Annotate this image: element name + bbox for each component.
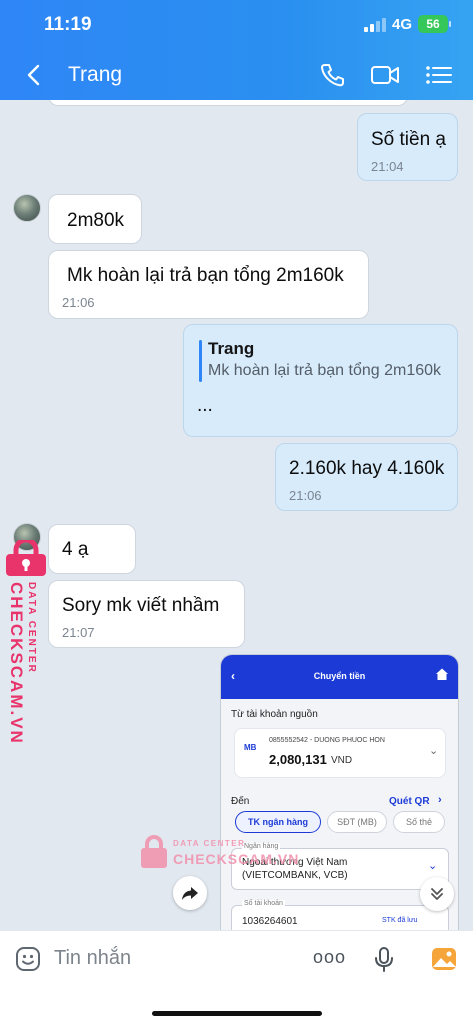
message-bubble-partial[interactable] [48, 100, 408, 106]
source-account-label: Từ tài khoản nguồn [231, 709, 318, 720]
watermark-side-label: DATA CENTER [26, 582, 37, 674]
chevron-right-icon: › [438, 794, 442, 806]
message-input[interactable]: Tin nhắn [54, 947, 131, 970]
account-field-label: Số tài khoản [242, 900, 285, 907]
quote-text: Mk hoàn lại trả bạn tổng 2m160k [208, 362, 442, 379]
balance-currency: VND [331, 755, 353, 766]
status-time: 11:19 [44, 14, 92, 35]
to-label: Đến [231, 796, 250, 807]
watermark-mid-brand: CHECKSCAM.VN [173, 851, 300, 867]
message-time: 21:07 [62, 625, 95, 640]
list-menu-icon [426, 66, 452, 84]
watermark-side-brand: CHECKSCAM.VN [7, 582, 26, 745]
lock-icon [141, 835, 167, 868]
chevron-left-icon [27, 64, 40, 86]
phone-icon [320, 64, 344, 87]
chat-title[interactable]: Trang [68, 63, 122, 87]
back-button[interactable] [22, 62, 46, 88]
scan-qr-link: Quét QR [389, 796, 430, 807]
account-line: 0855552542 - DUONG PHUOC HON [269, 737, 385, 744]
video-camera-icon [371, 66, 399, 84]
forward-button[interactable] [173, 876, 207, 910]
call-button[interactable] [318, 62, 348, 88]
tab-card-number: Số thẻ [393, 811, 445, 833]
message-time: 21:06 [62, 295, 95, 310]
tab-bank-account: TK ngân hàng [235, 811, 321, 833]
message-text: 4 ạ [62, 539, 89, 560]
home-icon [436, 668, 448, 680]
message-text: 2m80k [67, 210, 125, 231]
message-bubble-received[interactable]: 2m80k [48, 194, 142, 244]
balance-amount: 2,080,131 [269, 752, 327, 767]
forward-arrow-icon [182, 887, 198, 900]
lock-icon [6, 540, 46, 576]
contact-avatar[interactable] [13, 194, 41, 222]
message-text: 2.160k hay 4.160k [289, 458, 445, 479]
emoji-icon[interactable] [14, 945, 42, 973]
chevron-down-icon: ⌄ [428, 860, 438, 872]
reply-bubble-sent[interactable]: Trang Mk hoàn lại trả bạn tổng 2m160k ..… [183, 324, 458, 437]
account-number-value: 1036264601 [242, 916, 298, 927]
home-indicator [152, 1011, 322, 1016]
account-number-field: Số tài khoản 1036264601 STK đã lưu [231, 900, 449, 930]
double-chevron-down-icon [431, 888, 443, 900]
microphone-icon[interactable] [370, 945, 398, 973]
signal-icon [364, 18, 386, 32]
message-list[interactable]: Số tiền ạ 21:04 2m80k Mk hoàn lại trả bạ… [0, 100, 473, 930]
quote-sender: Trang [208, 339, 255, 358]
message-bubble-received[interactable]: 4 ạ [48, 524, 136, 574]
message-bubble-received[interactable]: Sory mk viết nhầm 21:07 [48, 580, 245, 648]
more-options-icon[interactable]: ooo [313, 947, 346, 968]
video-call-button[interactable] [370, 62, 400, 88]
checkscam-watermark-center: DATA CENTER CHECKSCAM.VN [140, 833, 298, 873]
message-bubble-sent[interactable]: 2.160k hay 4.160k 21:06 [275, 443, 458, 511]
tab-phone-mb: SĐT (MB) [327, 811, 387, 833]
message-text: Sory mk viết nhầm [62, 595, 220, 616]
message-time: 21:06 [289, 488, 322, 503]
battery-icon: 56 [418, 15, 451, 33]
message-time: 21:04 [371, 159, 404, 174]
message-bubble-received[interactable]: Mk hoàn lại trả bạn tổng 2m160k 21:06 [48, 250, 369, 319]
quote-bar [199, 340, 202, 382]
checkscam-watermark-side: DATA CENTER CHECKSCAM.VN [4, 540, 52, 745]
menu-button[interactable] [424, 62, 454, 88]
network-type: 4G [392, 16, 413, 33]
message-text: ... [197, 395, 213, 416]
watermark-mid-label: DATA CENTER [173, 839, 246, 848]
image-gallery-icon[interactable] [430, 945, 458, 973]
chevron-down-icon: ⌄ [429, 745, 439, 757]
message-bubble-sent[interactable]: Số tiền ạ 21:04 [357, 113, 458, 181]
message-text: Mk hoàn lại trả bạn tổng 2m160k [67, 265, 344, 286]
message-text: Số tiền ạ [371, 129, 446, 150]
saved-accounts-link: STK đã lưu [382, 917, 418, 924]
source-account-card: MB 0855552542 - DUONG PHUOC HON 2,080,13… [234, 728, 446, 778]
scroll-to-bottom-button[interactable] [420, 877, 454, 911]
message-input-bar: Tin nhắn ooo [0, 930, 473, 1024]
transfer-title: Chuyển tiền [313, 671, 366, 681]
chat-header: 11:19 4G 56 Trang [0, 0, 473, 100]
bank-logo: MB [244, 743, 257, 752]
transfer-app-header: ‹ Chuyển tiền [221, 655, 458, 699]
